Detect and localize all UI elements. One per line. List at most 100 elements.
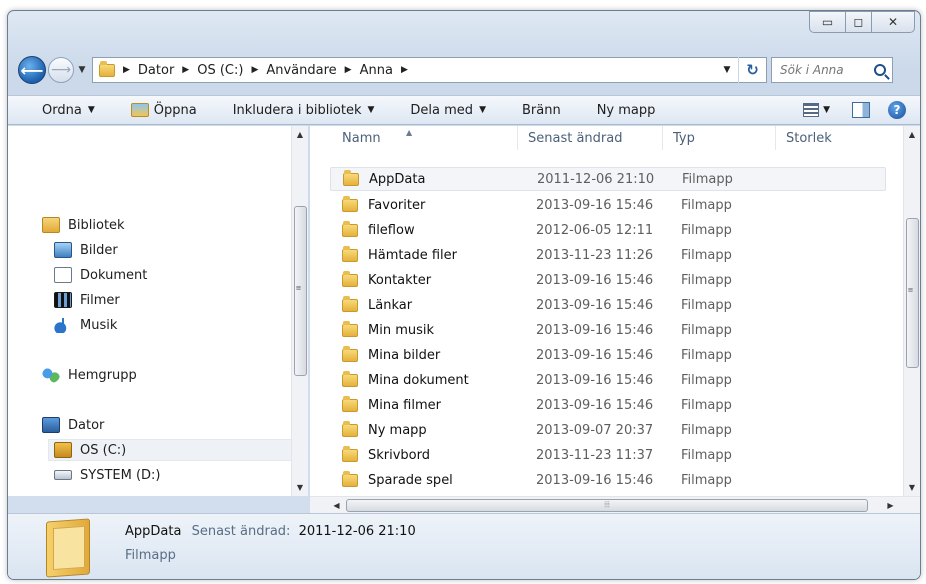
- file-row[interactable]: AppData 2011-12-06 21:10 Filmapp: [330, 167, 886, 191]
- file-row[interactable]: Mina bilder 2013-09-16 15:46 Filmapp: [330, 343, 886, 367]
- file-modified: 2012-06-05 12:11: [536, 222, 654, 238]
- documents-icon: [54, 267, 72, 283]
- view-options-icon[interactable]: [803, 103, 820, 117]
- sidebar-item-label: Bibliotek: [68, 217, 125, 233]
- computer-icon: [42, 417, 60, 433]
- chevron-down-icon[interactable]: ▼: [823, 105, 830, 115]
- breadcrumb-anna[interactable]: Anna: [360, 63, 393, 78]
- breadcrumb-dator[interactable]: Dator: [138, 63, 174, 78]
- sidebar-item-homegroup[interactable]: Hemgrupp: [42, 364, 328, 386]
- file-list: ▲ Namn Senast ändrad Typ Storlek AppData …: [310, 126, 920, 496]
- scroll-right-arrow[interactable]: ▶: [882, 497, 899, 514]
- sidebar-item-label: Bilder: [80, 242, 118, 258]
- links-folder-icon: [342, 295, 358, 312]
- column-type[interactable]: Typ: [663, 126, 776, 150]
- address-dropdown[interactable]: ▼: [718, 65, 736, 75]
- refresh-button[interactable]: ↻: [738, 57, 766, 83]
- file-name: Skrivbord: [368, 447, 431, 463]
- scroll-down-arrow[interactable]: ▼: [292, 479, 308, 496]
- file-modified: 2013-09-16 15:46: [536, 472, 654, 488]
- column-name[interactable]: ▲ Namn: [310, 126, 518, 150]
- breadcrumb-anvandare[interactable]: Användare: [266, 63, 336, 78]
- scroll-up-arrow[interactable]: ▲: [904, 126, 920, 143]
- file-list-scrollbar[interactable]: ▲ ≡ ▼: [903, 126, 920, 496]
- chevron-right-icon[interactable]: ▶: [251, 65, 258, 75]
- file-row[interactable]: Kontakter 2013-09-16 15:46 Filmapp: [330, 268, 886, 292]
- sidebar-item-label: Musik: [80, 317, 118, 333]
- file-modified: 2013-11-23 11:26: [536, 247, 654, 263]
- recent-pages-dropdown[interactable]: ▼: [76, 65, 88, 75]
- file-row[interactable]: Favoriter 2013-09-16 15:46 Filmapp: [330, 193, 886, 217]
- address-bar[interactable]: ▶ Dator ▶ OS (C:) ▶ Användare ▶ Anna ▶ ▼…: [92, 57, 767, 83]
- file-row[interactable]: Skrivbord 2013-11-23 11:37 Filmapp: [330, 443, 886, 467]
- breadcrumb: ▶ Dator ▶ OS (C:) ▶ Användare ▶ Anna ▶: [115, 63, 416, 78]
- sidebar-item-label: OS (C:): [80, 442, 127, 458]
- sidebar-item-computer[interactable]: Dator: [42, 414, 328, 436]
- open-button[interactable]: Öppna: [130, 103, 197, 118]
- details-file-name: AppData: [125, 524, 182, 539]
- open-folder-icon: [130, 103, 149, 117]
- scroll-up-arrow[interactable]: ▲: [292, 126, 308, 143]
- search-box: [771, 57, 893, 83]
- back-button[interactable]: ⟵: [18, 56, 46, 84]
- address-row: ⟵ ⟶ ▼ ▶ Dator ▶ OS (C:) ▶ Användare ▶ An…: [18, 55, 914, 85]
- file-type: Filmapp: [681, 222, 732, 238]
- file-type: Filmapp: [681, 247, 732, 263]
- file-row[interactable]: Mina filmer 2013-09-16 15:46 Filmapp: [330, 393, 886, 417]
- sidebar-item-label: Dokument: [80, 267, 148, 283]
- new-folder-button[interactable]: Ny mapp: [597, 103, 656, 118]
- minimize-button[interactable]: ▭: [809, 11, 845, 33]
- breadcrumb-os-c[interactable]: OS (C:): [197, 63, 243, 78]
- drive-icon: [54, 470, 72, 480]
- chevron-right-icon[interactable]: ▶: [401, 65, 408, 75]
- file-type: Filmapp: [681, 422, 732, 438]
- file-row[interactable]: Mina dokument 2013-09-16 15:46 Filmapp: [330, 368, 886, 392]
- search-input[interactable]: [780, 63, 864, 77]
- forward-button[interactable]: ⟶: [48, 57, 74, 83]
- sidebar-item-libraries[interactable]: Bibliotek: [42, 214, 328, 236]
- chevron-right-icon[interactable]: ▶: [123, 65, 130, 75]
- downloads-folder-icon: [342, 245, 358, 262]
- organize-button[interactable]: Ordna ▼: [42, 103, 95, 118]
- horizontal-scrollbar[interactable]: ◀ ⦙⦙⦙ ▶: [310, 496, 920, 513]
- file-modified: 2013-09-16 15:46: [536, 322, 654, 338]
- file-row[interactable]: Min musik 2013-09-16 15:46 Filmapp: [330, 318, 886, 342]
- file-type: Filmapp: [681, 347, 732, 363]
- file-type: Filmapp: [681, 472, 732, 488]
- file-modified: 2013-09-07 20:37: [536, 422, 654, 438]
- file-modified: 2013-09-16 15:46: [536, 297, 654, 313]
- scroll-down-arrow[interactable]: ▼: [904, 479, 920, 496]
- preview-pane-icon[interactable]: [852, 102, 870, 118]
- sidebar-item-os-c[interactable]: OS (C:): [48, 439, 292, 461]
- forward-arrow-icon: ⟶: [50, 62, 72, 78]
- music-folder-icon: [342, 320, 358, 337]
- file-name: Min musik: [368, 322, 435, 338]
- file-modified: 2013-09-16 15:46: [536, 272, 654, 288]
- file-row[interactable]: Ny mapp 2013-09-07 20:37 Filmapp: [330, 418, 886, 442]
- file-row[interactable]: fileflow 2012-06-05 12:11 Filmapp: [330, 218, 886, 242]
- sidebar-item-label: SYSTEM (D:): [80, 467, 161, 483]
- chevron-right-icon[interactable]: ▶: [182, 65, 189, 75]
- view-controls: ▼ ?: [803, 101, 906, 119]
- chevron-down-icon: ▼: [367, 105, 375, 115]
- organize-label: Ordna: [42, 102, 82, 118]
- help-icon[interactable]: ?: [888, 101, 906, 119]
- close-button[interactable]: ✕: [871, 11, 915, 33]
- navigation-scrollbar[interactable]: ▲ ≡ ▼: [291, 126, 308, 496]
- file-row[interactable]: Hämtade filer 2013-11-23 11:26 Filmapp: [330, 243, 886, 267]
- file-row[interactable]: Sparade spel 2013-09-16 15:46 Filmapp: [330, 468, 886, 492]
- explorer-window: ▭ ◻ ✕ ⟵ ⟶ ▼ ▶ Dator ▶ OS (C:) ▶ Användar…: [7, 10, 921, 580]
- chevron-right-icon[interactable]: ▶: [345, 65, 352, 75]
- file-row[interactable]: Länkar 2013-09-16 15:46 Filmapp: [330, 293, 886, 317]
- folder-icon: [343, 169, 359, 186]
- search-icon[interactable]: [874, 64, 886, 76]
- column-size[interactable]: Storlek: [776, 126, 896, 150]
- scroll-left-arrow[interactable]: ◀: [328, 497, 345, 514]
- scroll-thumb[interactable]: ⦙⦙⦙: [346, 499, 868, 512]
- burn-button[interactable]: Bränn: [522, 103, 561, 118]
- include-in-library-button[interactable]: Inkludera i bibliotek ▼: [233, 103, 375, 118]
- share-with-button[interactable]: Dela med ▼: [410, 103, 486, 118]
- maximize-button[interactable]: ◻: [845, 11, 871, 33]
- column-modified[interactable]: Senast ändrad: [518, 126, 663, 150]
- file-name: Länkar: [368, 297, 413, 313]
